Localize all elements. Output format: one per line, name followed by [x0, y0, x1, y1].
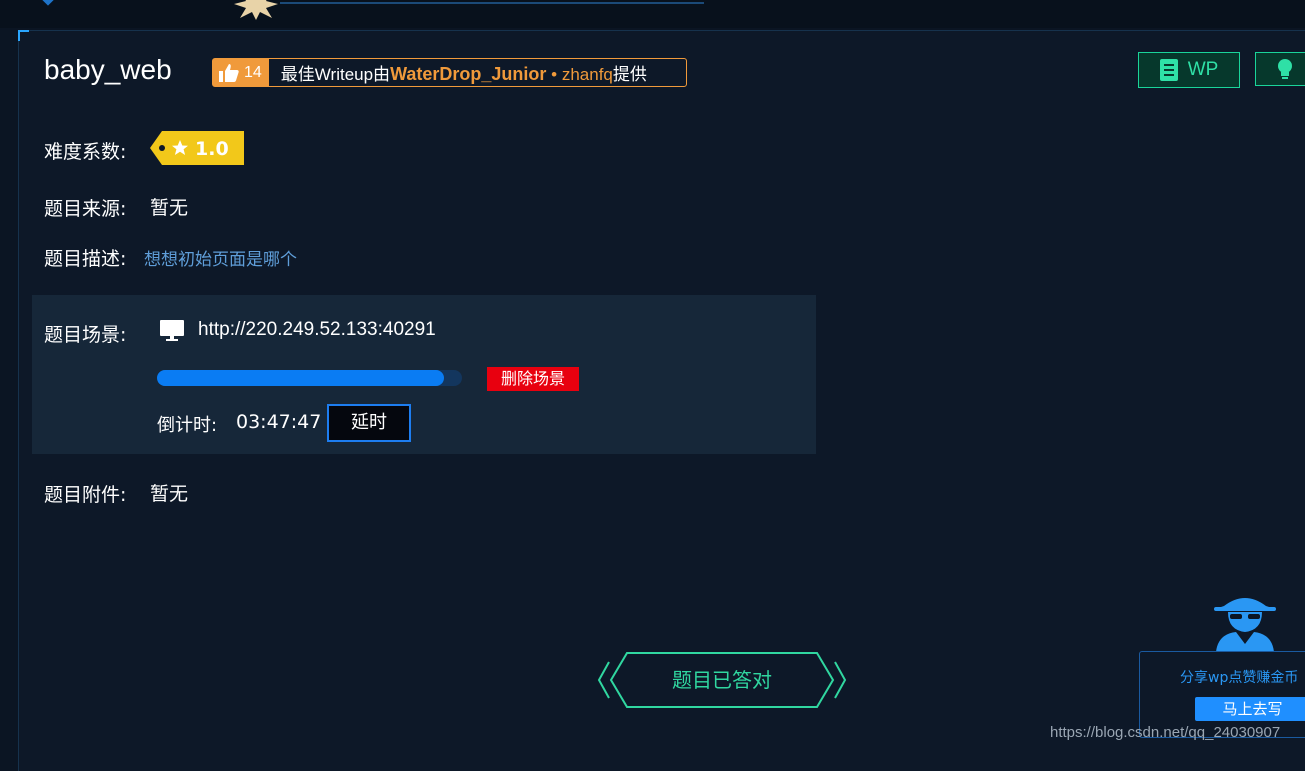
- writeup-separator: •: [546, 65, 562, 84]
- lightbulb-icon: [1278, 59, 1292, 79]
- attachment-value: 暂无: [150, 483, 189, 505]
- description-label: 题目描述:: [44, 248, 127, 270]
- writeup-suffix: 提供: [612, 65, 647, 84]
- write-now-button[interactable]: 马上去写: [1195, 697, 1305, 721]
- monitor-icon: [160, 320, 184, 341]
- wp-button[interactable]: WP: [1138, 52, 1240, 88]
- spy-icon: [1214, 598, 1276, 652]
- top-navigation-bar: [0, 0, 1305, 28]
- difficulty-tag: 1.0: [150, 131, 244, 165]
- thumbs-up-icon: [219, 63, 239, 82]
- writeup-contributor[interactable]: zhanfq: [562, 65, 613, 84]
- panel-corner: [18, 30, 29, 41]
- document-icon: [1159, 59, 1178, 81]
- delete-scene-button[interactable]: 删除场景: [487, 367, 579, 391]
- share-text: 分享wp点赞赚金币: [1180, 670, 1299, 686]
- top-divider: [280, 2, 704, 4]
- writeup-badge[interactable]: 14 最佳Writeup由WaterDrop_Junior • zhanfq提供: [212, 58, 687, 87]
- like-counter[interactable]: 14: [213, 59, 269, 86]
- writeup-author[interactable]: WaterDrop_Junior: [390, 64, 546, 84]
- description-value: 想想初始页面是哪个: [144, 250, 297, 270]
- countdown-value: 03:47:47: [236, 411, 322, 433]
- hint-button[interactable]: [1255, 52, 1305, 86]
- source-label: 题目来源:: [44, 198, 127, 220]
- attachment-label: 题目附件:: [44, 484, 127, 506]
- wp-label: WP: [1187, 59, 1219, 80]
- scene-url[interactable]: http://220.249.52.133:40291: [198, 319, 436, 341]
- scene-label: 题目场景:: [44, 324, 127, 346]
- writeup-prefix: 最佳Writeup由: [280, 65, 391, 84]
- badge-star-icon: [234, 0, 278, 20]
- scene-progress-fill: [157, 370, 444, 386]
- challenge-title: baby_web: [44, 54, 172, 85]
- difficulty-value: 1.0: [195, 138, 229, 160]
- delay-button[interactable]: 延时: [327, 404, 411, 442]
- solved-button[interactable]: 题目已答对: [597, 650, 847, 710]
- writeup-credit: 最佳Writeup由WaterDrop_Junior • zhanfq提供: [269, 60, 647, 85]
- difficulty-label: 难度系数:: [44, 141, 127, 163]
- like-count: 14: [244, 63, 262, 81]
- watermark: https://blog.csdn.net/qq_24030907: [1050, 724, 1281, 741]
- countdown-label: 倒计时:: [157, 415, 218, 436]
- scene-progress-bar: [157, 370, 462, 386]
- source-value: 暂无: [150, 197, 189, 219]
